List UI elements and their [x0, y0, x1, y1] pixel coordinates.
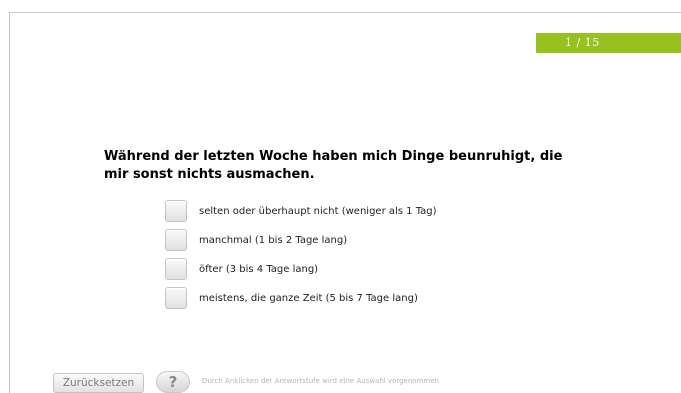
answer-option-4[interactable]: meistens, die ganze Zeit (5 bis 7 Tage l…: [165, 286, 437, 310]
answer-label: meistens, die ganze Zeit (5 bis 7 Tage l…: [199, 292, 418, 304]
instruction-hint: Durch Anklicken der Antwortstufe wird ei…: [202, 377, 439, 385]
answer-checkbox[interactable]: [165, 287, 187, 309]
answer-option-3[interactable]: öfter (3 bis 4 Tage lang): [165, 257, 437, 281]
answer-label: selten oder überhaupt nicht (weniger als…: [199, 205, 437, 217]
answer-option-2[interactable]: manchmal (1 bis 2 Tage lang): [165, 228, 437, 252]
answer-option-1[interactable]: selten oder überhaupt nicht (weniger als…: [165, 199, 437, 223]
progress-indicator: 1 / 15: [536, 33, 681, 53]
answer-checkbox[interactable]: [165, 229, 187, 251]
question-text: Während der letzten Woche haben mich Din…: [104, 149, 563, 182]
answer-label: öfter (3 bis 4 Tage lang): [199, 263, 319, 275]
answer-checkbox[interactable]: [165, 258, 187, 280]
answer-options: selten oder überhaupt nicht (weniger als…: [165, 199, 437, 315]
answer-label: manchmal (1 bis 2 Tage lang): [199, 234, 348, 246]
reset-button[interactable]: Zurücksetzen: [53, 373, 144, 393]
help-icon[interactable]: ?: [156, 371, 190, 393]
answer-checkbox[interactable]: [165, 200, 187, 222]
